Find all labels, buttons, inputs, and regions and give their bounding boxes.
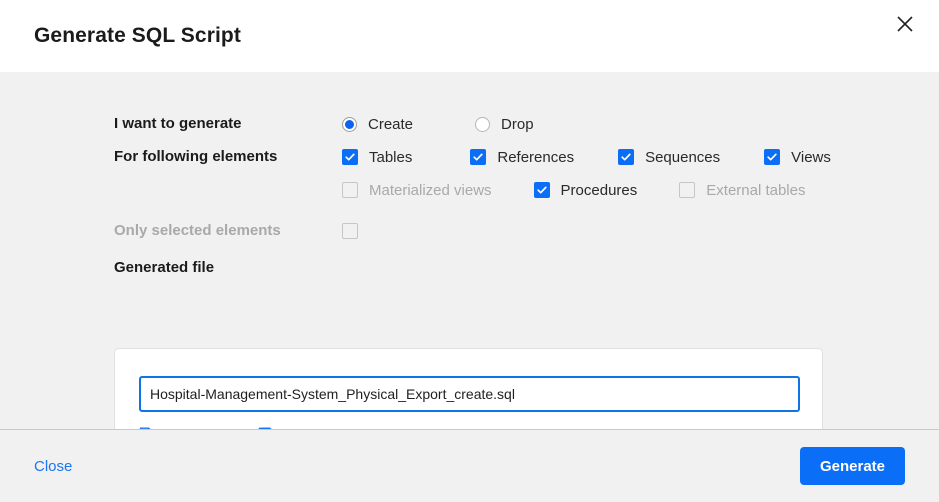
checkbox-procedures-label: Procedures bbox=[560, 181, 638, 199]
row-for-following-elements-second: Materialized views Procedures External t… bbox=[0, 178, 939, 202]
generate-button[interactable]: Generate bbox=[800, 447, 905, 485]
label-only-selected-elements: Only selected elements bbox=[114, 222, 281, 239]
radio-create-label: Create bbox=[368, 115, 414, 133]
checkbox-references-label: References bbox=[497, 148, 575, 166]
checkbox-tables[interactable]: Tables bbox=[342, 149, 412, 166]
row-i-want-to-generate: I want to generate Create Drop bbox=[0, 112, 939, 136]
checkbox-views-mark bbox=[764, 149, 781, 165]
checkbox-group-elements-row1: Tables References Sequences Views bbox=[342, 149, 831, 166]
row-for-following-elements: For following elements Tables References bbox=[0, 145, 939, 169]
close-icon bbox=[896, 15, 914, 33]
checkbox-sequences-label: Sequences bbox=[645, 148, 721, 166]
radio-create-mark bbox=[342, 116, 357, 132]
dialog-title: Generate SQL Script bbox=[34, 24, 241, 47]
label-i-want-to-generate: I want to generate bbox=[114, 115, 242, 132]
generate-sql-script-dialog: Generate SQL Script I want to generate C… bbox=[0, 0, 939, 502]
checkbox-sequences[interactable]: Sequences bbox=[618, 149, 720, 166]
checkbox-tables-label: Tables bbox=[369, 148, 413, 166]
dialog-footer: Close Generate bbox=[0, 429, 939, 502]
checkbox-external-tables: External tables bbox=[679, 181, 806, 199]
checkbox-external-tables-label: External tables bbox=[706, 181, 806, 199]
close-icon-button[interactable] bbox=[889, 8, 921, 40]
checkbox-references[interactable]: References bbox=[470, 149, 574, 166]
file-name-input[interactable] bbox=[139, 376, 800, 412]
label-generated-file: Generated file bbox=[114, 259, 215, 276]
checkbox-materialized-views-mark bbox=[342, 182, 358, 198]
checkbox-external-tables-mark bbox=[679, 182, 696, 198]
radio-drop[interactable]: Drop bbox=[475, 116, 534, 133]
checkbox-procedures[interactable]: Procedures bbox=[533, 181, 638, 199]
dialog-header: Generate SQL Script bbox=[0, 0, 939, 72]
checkbox-sequences-mark bbox=[618, 149, 635, 165]
radio-drop-label: Drop bbox=[501, 115, 534, 133]
checkbox-tables-mark bbox=[342, 149, 358, 165]
checkbox-materialized-views: Materialized views bbox=[342, 182, 492, 199]
row-only-selected-elements: Only selected elements bbox=[0, 219, 939, 243]
checkbox-views-label: Views bbox=[791, 148, 831, 166]
checkbox-materialized-views-label: Materialized views bbox=[369, 181, 492, 199]
radio-group-generate-mode: Create Drop bbox=[342, 116, 534, 133]
checkbox-views[interactable]: Views bbox=[764, 149, 831, 166]
radio-drop-mark bbox=[475, 116, 491, 132]
label-for-following-elements: For following elements bbox=[114, 148, 278, 165]
checkbox-procedures-mark bbox=[533, 182, 550, 198]
checkbox-only-selected-elements bbox=[342, 223, 358, 239]
dialog-body: I want to generate Create Drop For follo… bbox=[0, 72, 939, 464]
close-button[interactable]: Close bbox=[34, 458, 72, 475]
only-selected-control bbox=[342, 223, 358, 239]
row-generated-file: Generated file bbox=[0, 257, 939, 279]
checkbox-group-elements-row2: Materialized views Procedures External t… bbox=[342, 182, 806, 199]
checkbox-references-mark bbox=[470, 149, 487, 165]
radio-create[interactable]: Create bbox=[342, 116, 413, 133]
